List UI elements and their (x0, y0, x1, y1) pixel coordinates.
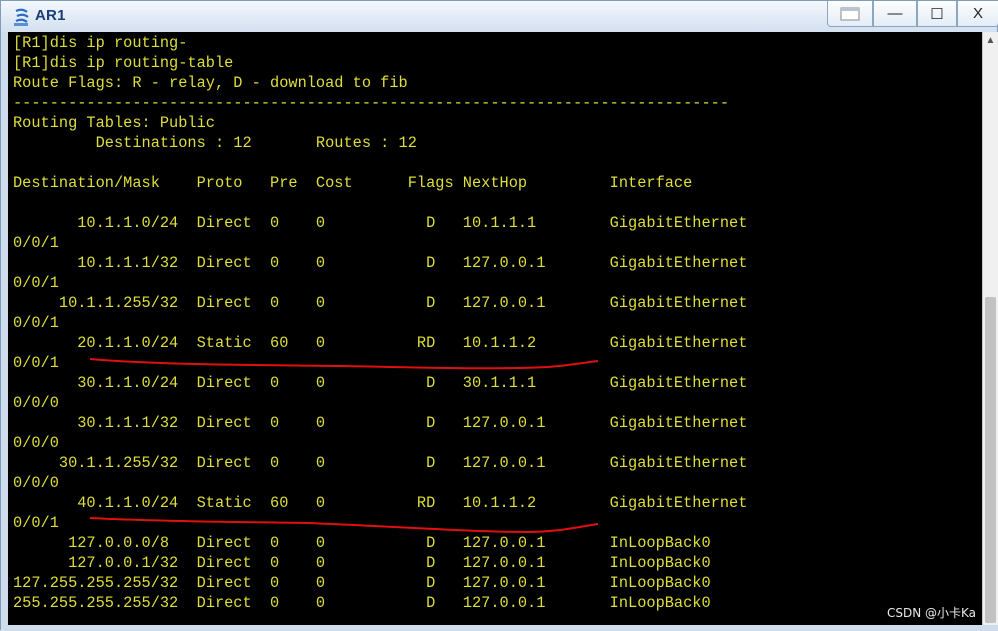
console-line: 10.1.1.1/32 Direct 0 0 D 127.0.0.1 Gigab… (13, 254, 748, 272)
console-line: 40.1.1.0/24 Static 60 0 RD 10.1.1.2 Giga… (13, 494, 748, 512)
console-line: 10.1.1.255/32 Direct 0 0 D 127.0.0.1 Gig… (13, 294, 748, 312)
console-line: Destinations : 12 Routes : 12 (13, 134, 417, 152)
console-line: 127.255.255.255/32 Direct 0 0 D 127.0.0.… (13, 574, 711, 592)
console-line: 0/0/0 (13, 434, 59, 452)
console-line: 0/0/1 (13, 514, 59, 532)
console-line: Routing Tables: Public (13, 114, 215, 132)
terminal-window: AR1 — ☐ X [R1]dis ip routing- [R1]dis ip … (0, 0, 998, 631)
console-line: 127.0.0.1/32 Direct 0 0 D 127.0.0.1 InLo… (13, 554, 711, 572)
console-line: 0/0/1 (13, 234, 59, 252)
console-line: 30.1.1.0/24 Direct 0 0 D 30.1.1.1 Gigabi… (13, 374, 748, 392)
console-line: [R1]dis ip routing-table (13, 54, 234, 72)
window-title: AR1 (35, 7, 66, 24)
console-line: [R1]dis ip routing- (13, 34, 188, 52)
console-line: 0/0/1 (13, 314, 59, 332)
minimize-icon: — (887, 5, 903, 22)
title-bar[interactable]: AR1 — ☐ X (1, 1, 998, 32)
minimize-button[interactable]: — (873, 1, 917, 27)
window-bottom-border (1, 625, 998, 631)
console-line: 20.1.1.0/24 Static 60 0 RD 10.1.1.2 Giga… (13, 334, 748, 352)
close-icon: X (972, 5, 983, 22)
watermark: CSDN @小卡Ka (886, 606, 976, 620)
close-button[interactable]: X (957, 1, 998, 27)
maximize-icon: ☐ (930, 5, 944, 23)
console-line: Destination/Mask Proto Pre Cost Flags Ne… (13, 174, 693, 192)
console-line: ----------------------------------------… (13, 94, 730, 112)
vertical-scrollbar[interactable]: ▲ (982, 32, 998, 625)
console-line: 30.1.1.255/32 Direct 0 0 D 127.0.0.1 Gig… (13, 454, 748, 472)
console-line: 30.1.1.1/32 Direct 0 0 D 127.0.0.1 Gigab… (13, 414, 748, 432)
console-line: 0/0/0 (13, 474, 59, 492)
console-text: [R1]dis ip routing- [R1]dis ip routing-ta… (13, 33, 747, 613)
console-line: 0/0/1 (13, 354, 59, 372)
restore-tile-button[interactable] (827, 1, 873, 27)
router-app-icon (14, 8, 29, 26)
console-line: Route Flags: R - relay, D - download to … (13, 74, 408, 92)
window-tile-icon (840, 7, 860, 20)
scroll-thumb[interactable] (985, 297, 996, 623)
console-line: 0/0/1 (13, 274, 59, 292)
maximize-button[interactable]: ☐ (917, 1, 957, 27)
console-line: 10.1.1.0/24 Direct 0 0 D 10.1.1.1 Gigabi… (13, 214, 748, 232)
console-output[interactable]: [R1]dis ip routing- [R1]dis ip routing-ta… (8, 32, 982, 625)
console-line: 127.0.0.0/8 Direct 0 0 D 127.0.0.1 InLoo… (13, 534, 711, 552)
console-line: 255.255.255.255/32 Direct 0 0 D 127.0.0.… (13, 594, 711, 612)
scroll-up-icon[interactable]: ▲ (983, 32, 998, 49)
console-line: 0/0/0 (13, 394, 59, 412)
